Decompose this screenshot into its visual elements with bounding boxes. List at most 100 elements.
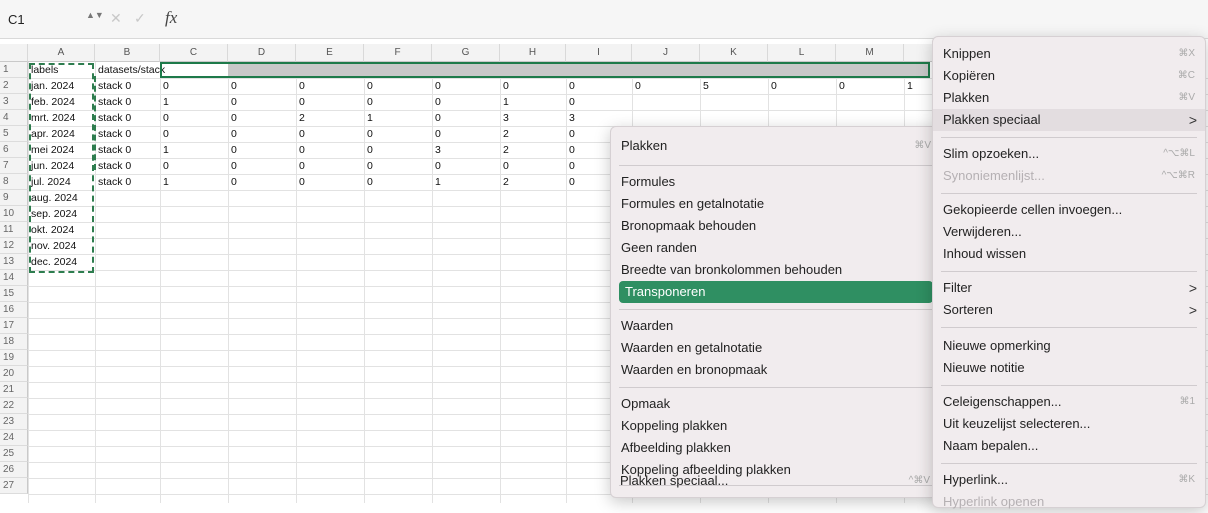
menu-item-naam-bepalen[interactable]: Naam bepalen... — [933, 435, 1205, 457]
row-header-15[interactable]: 15 — [0, 286, 28, 302]
row-header-11[interactable]: 11 — [0, 222, 28, 238]
menu-item-nieuwe-notitie[interactable]: Nieuwe notitie — [933, 357, 1205, 379]
cell-b3[interactable]: stack 0 — [95, 94, 131, 110]
cell-d2[interactable]: 0 — [228, 78, 237, 94]
cell-h8[interactable]: 2 — [500, 174, 509, 190]
menu-item-waarden[interactable]: Waarden — [611, 315, 941, 337]
cell-e8[interactable]: 0 — [296, 174, 305, 190]
column-header-i[interactable]: I — [566, 44, 632, 62]
row-header-13[interactable]: 13 — [0, 254, 28, 270]
cell-c6[interactable]: 1 — [160, 142, 169, 158]
cell-m2[interactable]: 0 — [836, 78, 845, 94]
cell-h6[interactable]: 2 — [500, 142, 509, 158]
cell-b1[interactable]: datasets/stack — [95, 62, 165, 78]
menu-item-knippen[interactable]: Knippen ⌘X — [933, 43, 1205, 65]
row-header-17[interactable]: 17 — [0, 318, 28, 334]
column-header-e[interactable]: E — [296, 44, 364, 62]
cell-h4[interactable]: 3 — [500, 110, 509, 126]
cell-b2[interactable]: stack 0 — [95, 78, 131, 94]
menu-item-plakken[interactable]: Plakken ⌘V — [933, 87, 1205, 109]
menu-item-waarden-getalnotatie[interactable]: Waarden en getalnotatie — [611, 337, 941, 359]
cell-b8[interactable]: stack 0 — [95, 174, 131, 190]
cell-g6[interactable]: 3 — [432, 142, 441, 158]
column-header-d[interactable]: D — [228, 44, 296, 62]
menu-item-hyperlink[interactable]: Hyperlink... ⌘K — [933, 469, 1205, 491]
cell-f5[interactable]: 0 — [364, 126, 373, 142]
cell-c7[interactable]: 0 — [160, 158, 169, 174]
cell-f6[interactable]: 0 — [364, 142, 373, 158]
cell-j2[interactable]: 0 — [632, 78, 641, 94]
cell-e7[interactable]: 0 — [296, 158, 305, 174]
menu-item-filter[interactable]: Filter > — [933, 277, 1205, 299]
row-header-3[interactable]: 3 — [0, 94, 28, 110]
menu-item-uit-keuzelijst[interactable]: Uit keuzelijst selecteren... — [933, 413, 1205, 435]
cell-d3[interactable]: 0 — [228, 94, 237, 110]
cell-g3[interactable]: 0 — [432, 94, 441, 110]
row-header-7[interactable]: 7 — [0, 158, 28, 174]
formula-input[interactable] — [192, 8, 922, 30]
cell-h3[interactable]: 1 — [500, 94, 509, 110]
cell-f7[interactable]: 0 — [364, 158, 373, 174]
cell-i4[interactable]: 3 — [566, 110, 575, 126]
menu-item-formules-getalnotatie[interactable]: Formules en getalnotatie — [611, 193, 941, 215]
column-header-h[interactable]: H — [500, 44, 566, 62]
menu-item-waarden-bronopmaak[interactable]: Waarden en bronopmaak — [611, 359, 941, 381]
cell-i2[interactable]: 0 — [566, 78, 575, 94]
menu-item-kopieren[interactable]: Kopiëren ⌘C — [933, 65, 1205, 87]
menu-item-gekopieerde-cellen-invoegen[interactable]: Gekopieerde cellen invoegen... — [933, 199, 1205, 221]
row-header-23[interactable]: 23 — [0, 414, 28, 430]
row-header-4[interactable]: 4 — [0, 110, 28, 126]
cell-k2[interactable]: 5 — [700, 78, 709, 94]
column-header-l[interactable]: L — [768, 44, 836, 62]
row-header-20[interactable]: 20 — [0, 366, 28, 382]
row-header-9[interactable]: 9 — [0, 190, 28, 206]
row-header-12[interactable]: 12 — [0, 238, 28, 254]
cell-f4[interactable]: 1 — [364, 110, 373, 126]
cell-i7[interactable]: 0 — [566, 158, 575, 174]
row-header-18[interactable]: 18 — [0, 334, 28, 350]
menu-item-plakken[interactable]: Plakken ⌘V — [611, 135, 941, 157]
menu-item-bronopmaak-behouden[interactable]: Bronopmaak behouden — [611, 215, 941, 237]
row-header-24[interactable]: 24 — [0, 430, 28, 446]
row-header-16[interactable]: 16 — [0, 302, 28, 318]
menu-item-formules[interactable]: Formules — [611, 171, 941, 193]
cell-c4[interactable]: 0 — [160, 110, 169, 126]
cell-e3[interactable]: 0 — [296, 94, 305, 110]
cell-d6[interactable]: 0 — [228, 142, 237, 158]
column-header-g[interactable]: G — [432, 44, 500, 62]
cell-g2[interactable]: 0 — [432, 78, 441, 94]
menu-item-breedte-bronkolommen[interactable]: Breedte van bronkolommen behouden — [611, 259, 941, 281]
cell-g7[interactable]: 0 — [432, 158, 441, 174]
menu-item-geen-randen[interactable]: Geen randen — [611, 237, 941, 259]
row-header-2[interactable]: 2 — [0, 78, 28, 94]
cell-d5[interactable]: 0 — [228, 126, 237, 142]
row-header-25[interactable]: 25 — [0, 446, 28, 462]
select-all-corner[interactable] — [0, 44, 28, 62]
cell-c5[interactable]: 0 — [160, 126, 169, 142]
cell-d4[interactable]: 0 — [228, 110, 237, 126]
name-box-stepper-icon[interactable]: ▲▼ — [86, 11, 104, 20]
column-header-c[interactable]: C — [160, 44, 228, 62]
cell-g4[interactable]: 0 — [432, 110, 441, 126]
cell-c3[interactable]: 1 — [160, 94, 169, 110]
cell-h7[interactable]: 0 — [500, 158, 509, 174]
menu-item-inhoud-wissen[interactable]: Inhoud wissen — [933, 243, 1205, 265]
menu-item-koppeling-plakken[interactable]: Koppeling plakken — [611, 415, 941, 437]
cell-h2[interactable]: 0 — [500, 78, 509, 94]
menu-item-opmaak[interactable]: Opmaak — [611, 393, 941, 415]
row-header-6[interactable]: 6 — [0, 142, 28, 158]
cell-e5[interactable]: 0 — [296, 126, 305, 142]
cell-h5[interactable]: 2 — [500, 126, 509, 142]
menu-item-afbeelding-plakken[interactable]: Afbeelding plakken — [611, 437, 941, 459]
cell-f2[interactable]: 0 — [364, 78, 373, 94]
insert-function-icon[interactable]: fx — [165, 8, 177, 28]
column-header-b[interactable]: B — [95, 44, 160, 62]
cell-i6[interactable]: 0 — [566, 142, 575, 158]
cell-e4[interactable]: 2 — [296, 110, 305, 126]
cell-l2[interactable]: 0 — [768, 78, 777, 94]
column-header-j[interactable]: J — [632, 44, 700, 62]
row-header-26[interactable]: 26 — [0, 462, 28, 478]
menu-item-sorteren[interactable]: Sorteren > — [933, 299, 1205, 321]
cell-b7[interactable]: stack 0 — [95, 158, 131, 174]
column-header-f[interactable]: F — [364, 44, 432, 62]
